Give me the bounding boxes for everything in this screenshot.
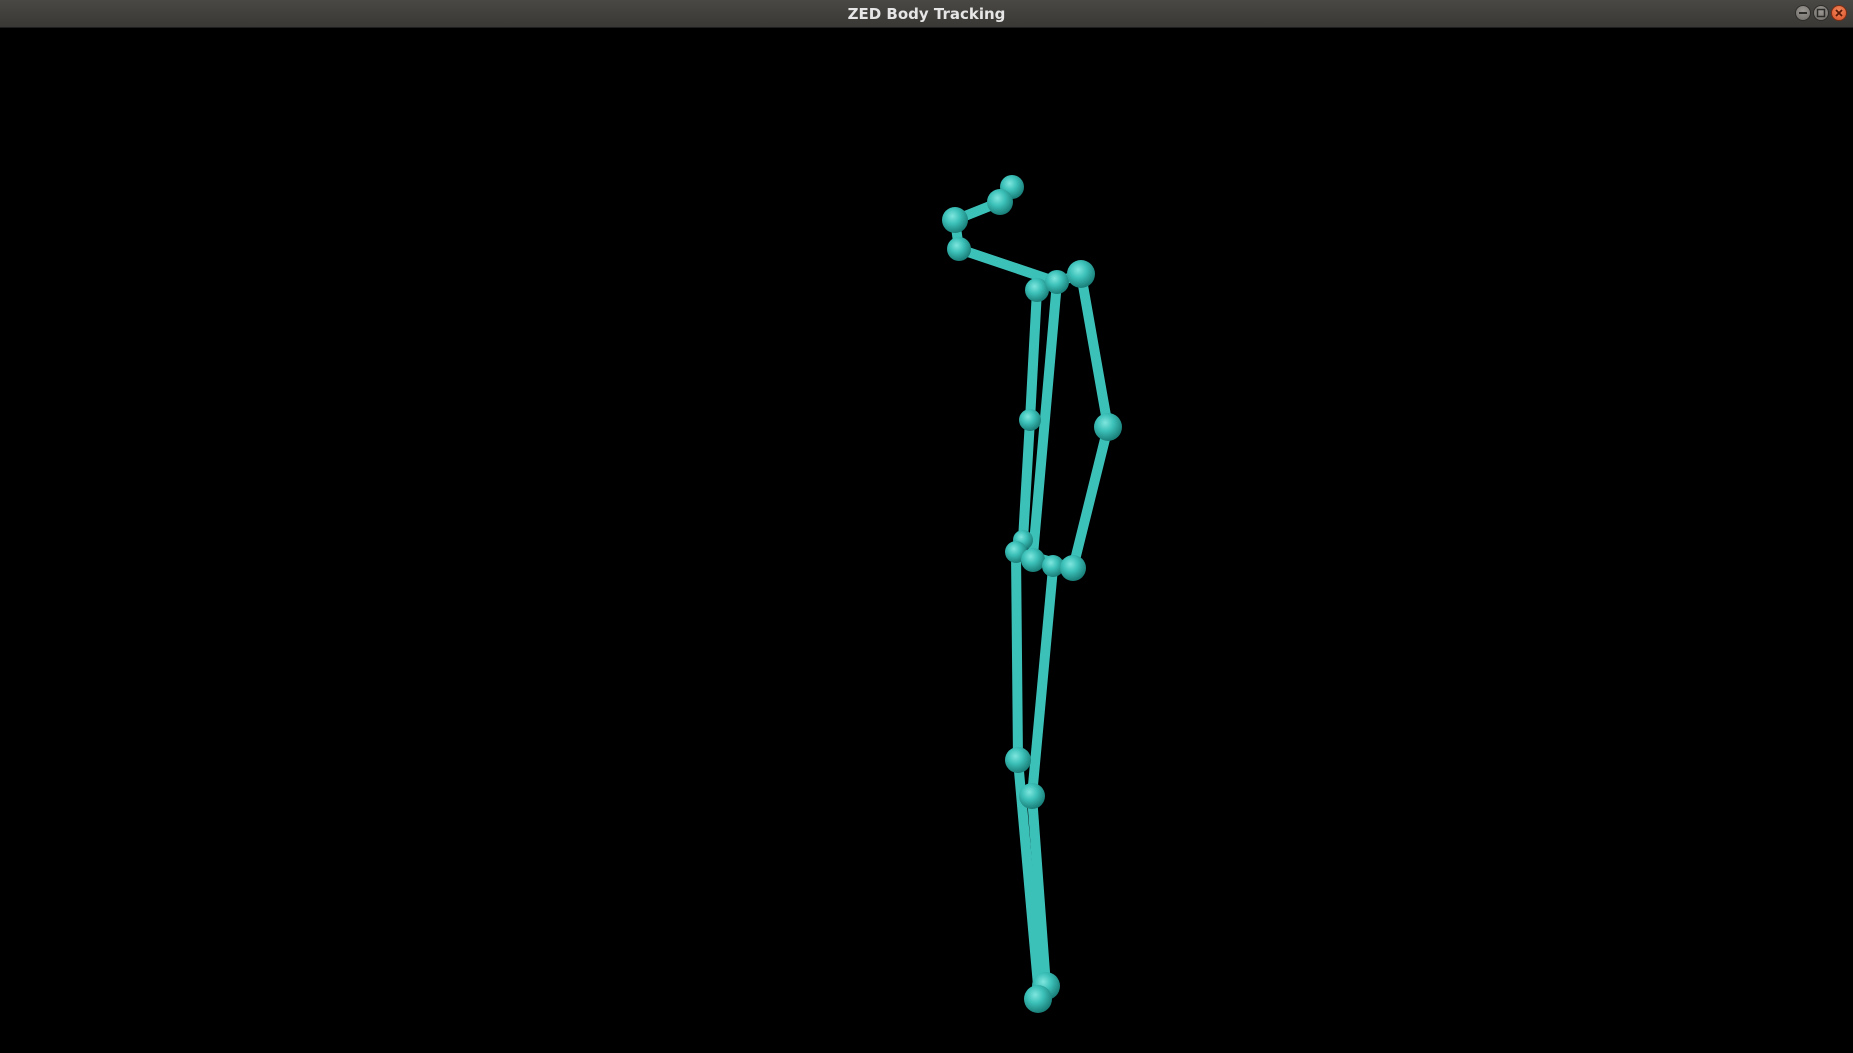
joint bbox=[1094, 413, 1122, 441]
joint bbox=[1005, 747, 1031, 773]
joint bbox=[942, 207, 968, 233]
close-icon bbox=[1835, 9, 1843, 17]
minimize-icon bbox=[1799, 12, 1807, 14]
bone bbox=[954, 244, 1062, 287]
bone bbox=[1027, 563, 1058, 801]
joint bbox=[1024, 985, 1052, 1013]
window-titlebar[interactable]: ZED Body Tracking bbox=[0, 0, 1853, 28]
joint bbox=[947, 237, 971, 261]
joint bbox=[1019, 783, 1045, 809]
close-button[interactable] bbox=[1831, 5, 1847, 21]
maximize-icon bbox=[1816, 8, 1826, 18]
joint bbox=[987, 189, 1013, 215]
joint bbox=[1060, 555, 1086, 581]
joint bbox=[1019, 409, 1041, 431]
bone bbox=[1018, 415, 1035, 545]
window-title: ZED Body Tracking bbox=[847, 5, 1006, 23]
bone bbox=[1025, 285, 1042, 425]
joint bbox=[1067, 260, 1095, 288]
3d-viewport[interactable] bbox=[0, 28, 1853, 1053]
joint bbox=[1045, 270, 1069, 294]
skeleton-bones bbox=[950, 182, 1113, 991]
minimize-button[interactable] bbox=[1795, 5, 1811, 21]
bone bbox=[1011, 547, 1023, 765]
body-skeleton bbox=[942, 175, 1122, 1013]
bone bbox=[1068, 422, 1113, 573]
joint bbox=[1021, 548, 1045, 572]
window-controls bbox=[1795, 5, 1847, 23]
maximize-button[interactable] bbox=[1813, 5, 1829, 21]
bone bbox=[1076, 269, 1113, 432]
